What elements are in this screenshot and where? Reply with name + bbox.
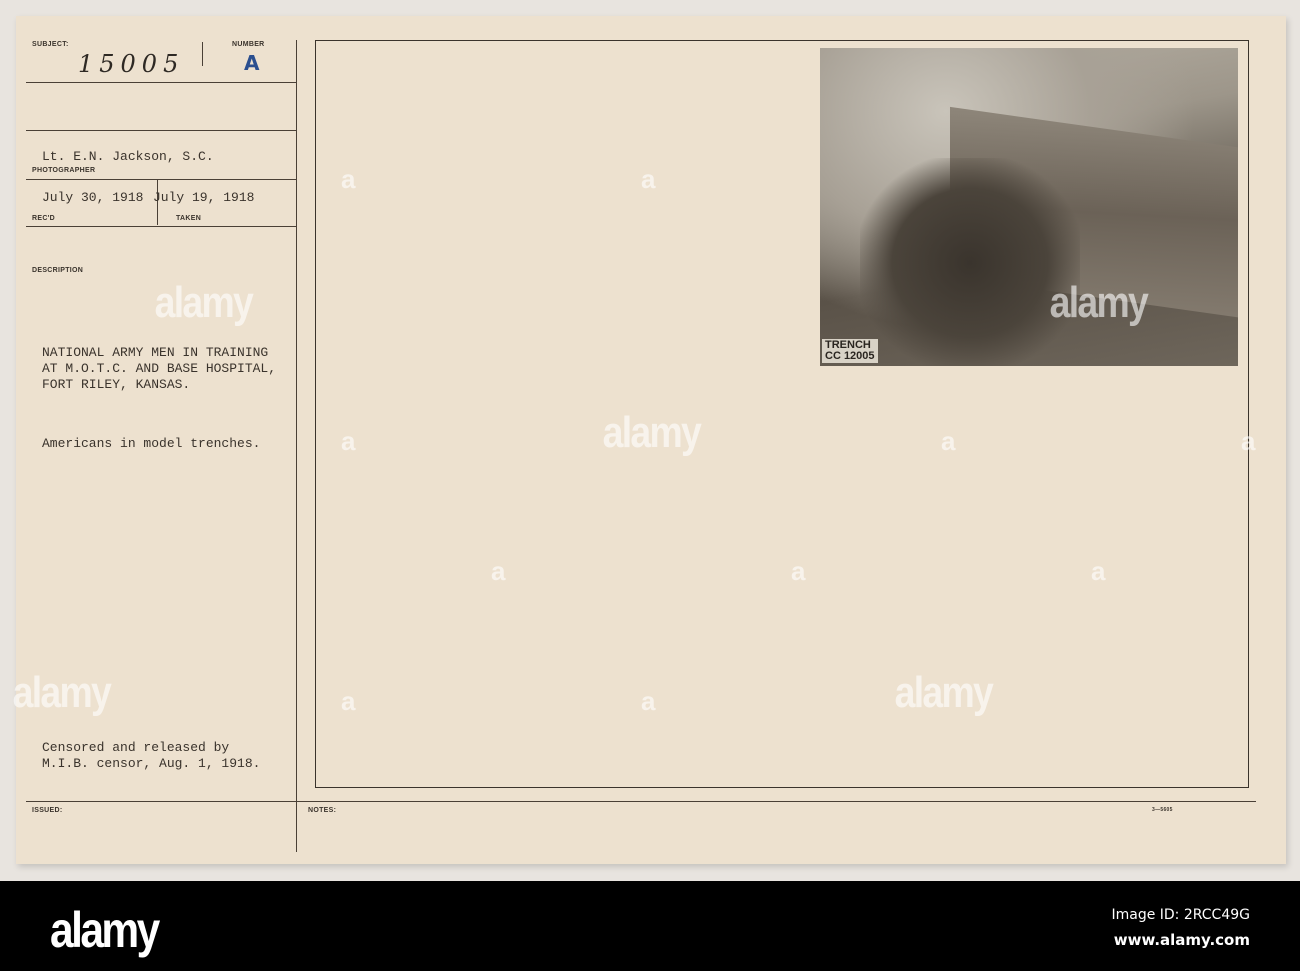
- watermark-letter: a: [941, 426, 956, 456]
- photographer-value: Lt. E.N. Jackson, S.C.: [42, 149, 214, 164]
- issued-label: ISSUED:: [32, 807, 63, 814]
- divider: [26, 82, 296, 83]
- divider: [26, 130, 296, 131]
- archival-photo-card: SUBJECT: 15005 NUMBER A Lt. E.N. Jackson…: [12, 16, 1286, 864]
- watermark-letter: a: [1241, 426, 1256, 456]
- watermark-letter: a: [1091, 556, 1106, 586]
- description-line: AT M.O.T.C. AND BASE HOSPITAL,: [42, 361, 277, 376]
- watermark-letter: a: [341, 164, 356, 194]
- watermark: alamy: [154, 278, 254, 327]
- divider: [26, 226, 296, 227]
- number-label: NUMBER: [232, 41, 265, 48]
- watermark: alamy: [12, 668, 112, 717]
- site-url: www.alamy.com: [1113, 931, 1250, 949]
- watermark: alamy: [602, 408, 702, 457]
- description-line: FORT RILEY, KANSAS.: [42, 377, 191, 392]
- watermark-letter: a: [341, 426, 356, 456]
- subject-label: SUBJECT:: [32, 41, 69, 48]
- divider: [26, 179, 296, 180]
- photo-caption: TRENCH CC 12005: [822, 339, 878, 363]
- alamy-logo: alamy: [50, 902, 160, 958]
- taken-label: TAKEN: [176, 215, 202, 222]
- caption-text: Americans in model trenches.: [42, 436, 261, 451]
- number-stamp: A: [244, 51, 260, 75]
- censor-line: Censored and released by: [42, 740, 230, 755]
- received-value: July 30, 1918: [42, 190, 144, 205]
- watermark-letter: a: [641, 164, 656, 194]
- description-label: DESCRIPTION: [32, 267, 84, 274]
- photographer-label: PHOTOGRAPHER: [32, 167, 96, 174]
- image-id: Image ID: 2RCC49G: [1111, 907, 1250, 923]
- watermark-letter: a: [641, 686, 656, 716]
- watermark-letter: a: [341, 686, 356, 716]
- taken-value: July 19, 1918: [153, 190, 255, 205]
- soldiers-group: [860, 158, 1080, 366]
- trench-photograph: TRENCH CC 12005: [820, 48, 1238, 366]
- subject-value: 15005: [78, 50, 185, 78]
- bottom-divider: [26, 801, 1256, 802]
- photo-caption-line: CC 12005: [825, 350, 875, 362]
- description-line: NATIONAL ARMY MEN IN TRAINING: [42, 345, 269, 360]
- form-number: 3—5605: [1152, 807, 1173, 813]
- watermark-letter: a: [791, 556, 806, 586]
- watermark: alamy: [1049, 278, 1149, 327]
- watermark: alamy: [894, 668, 994, 717]
- footer-bar: alamy Image ID: 2RCC49G www.alamy.com: [0, 881, 1300, 971]
- censor-line: M.I.B. censor, Aug. 1, 1918.: [42, 756, 261, 771]
- column-divider: [296, 40, 297, 852]
- watermark-letter: a: [491, 556, 506, 586]
- notes-label: NOTES:: [308, 807, 337, 814]
- received-label: REC'D: [32, 215, 55, 222]
- subject-number-divider: [202, 42, 203, 66]
